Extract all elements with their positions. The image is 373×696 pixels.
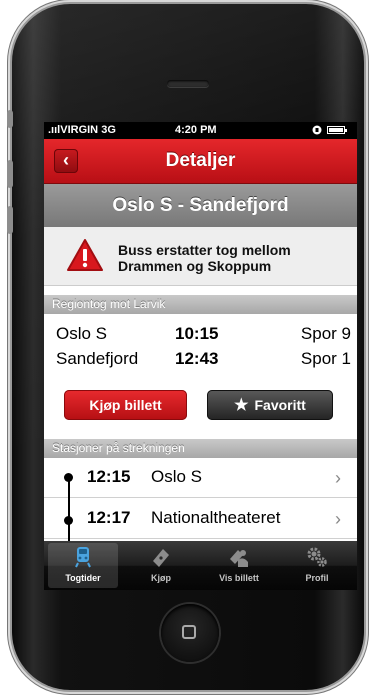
tab-kjop[interactable]: Kjøp <box>126 543 196 588</box>
departure-row: Oslo S 10:15 Spor 9 <box>44 322 357 346</box>
ticket-icon <box>153 549 169 567</box>
route-timeline-line <box>68 474 70 541</box>
network-type: 3G <box>101 124 116 136</box>
station-name: Oslo S <box>151 467 203 486</box>
station-row[interactable]: 12:15 Oslo S › <box>44 459 357 498</box>
tab-label: Profil <box>305 573 329 583</box>
star-icon: ★ <box>234 397 249 414</box>
station-name: Nationaltheateret <box>151 508 281 527</box>
signal-bars-icon: .ııl <box>48 124 61 136</box>
station-row[interactable]: 12:17 Nationaltheateret › <box>44 500 357 539</box>
stations-section-header: Stasjoner på strekningen <box>44 439 357 458</box>
arrival-row: Sandefjord 12:43 Spor 1 <box>44 347 357 371</box>
warning-icon <box>67 239 103 271</box>
status-bar: .ıılVIRGIN 3G 4:20 PM <box>44 122 357 139</box>
mute-switch <box>7 110 13 128</box>
show-ticket-icon <box>230 550 248 567</box>
home-button[interactable] <box>161 604 219 662</box>
departure-time: 10:15 <box>175 324 219 343</box>
favorite-label: Favoritt <box>254 397 306 413</box>
gears-icon <box>307 547 327 567</box>
phone-screen: .ıılVIRGIN 3G 4:20 PM ‹ Detaljer Oslo S … <box>44 122 357 590</box>
departure-station: Oslo S <box>56 324 108 343</box>
chevron-right-icon: › <box>335 468 341 488</box>
buy-ticket-button[interactable]: Kjøp billett <box>64 390 187 420</box>
train-icon <box>75 547 91 568</box>
arrival-track: Spor 1 <box>300 349 351 368</box>
station-time: 12:15 <box>87 467 131 486</box>
status-time: 4:20 PM <box>175 124 217 136</box>
battery-icon <box>327 126 347 134</box>
tab-label: Vis billett <box>219 573 259 583</box>
carrier-signal: .ıılVIRGIN 3G <box>48 124 116 136</box>
tab-profil[interactable]: Profil <box>282 543 352 588</box>
alert-line-2: Drammen og Skoppum <box>118 258 272 274</box>
chevron-right-icon: › <box>335 509 341 529</box>
tab-togtider[interactable]: Togtider <box>48 543 118 588</box>
arrival-station: Sandefjord <box>56 349 139 368</box>
home-square-icon <box>182 625 196 639</box>
service-alert: Buss erstatter tog mellom Drammen og Sko… <box>44 227 357 286</box>
tab-bar: Togtider Kjøp Vis billett Profil <box>44 541 357 590</box>
route-stop-dot <box>64 516 73 525</box>
earpiece-speaker <box>167 80 209 87</box>
departure-track: Spor 9 <box>300 324 351 343</box>
route-stop-dot <box>64 473 73 482</box>
carrier-name: VIRGIN <box>60 124 99 136</box>
alert-text: Buss erstatter tog mellom Drammen og Sko… <box>118 242 348 274</box>
tab-label: Kjøp <box>151 573 171 583</box>
arrival-time: 12:43 <box>175 349 219 368</box>
train-section-header: Regiontog mot Larvik <box>44 295 357 314</box>
alert-line-1: Buss erstatter tog mellom <box>118 242 291 258</box>
volume-up-button <box>7 160 13 188</box>
route-header: Oslo S - Sandefjord <box>44 184 357 227</box>
tab-label: Togtider <box>65 573 101 583</box>
nav-title: Detaljer <box>165 150 236 171</box>
tab-vis-billett[interactable]: Vis billett <box>204 543 274 588</box>
favorite-button[interactable]: ★ Favoritt <box>207 390 333 420</box>
navigation-bar: ‹ Detaljer <box>44 139 357 184</box>
route-title: Oslo S - Sandefjord <box>112 195 289 216</box>
rotation-lock-icon <box>312 125 322 135</box>
volume-down-button <box>7 206 13 234</box>
station-time: 12:17 <box>87 508 131 527</box>
